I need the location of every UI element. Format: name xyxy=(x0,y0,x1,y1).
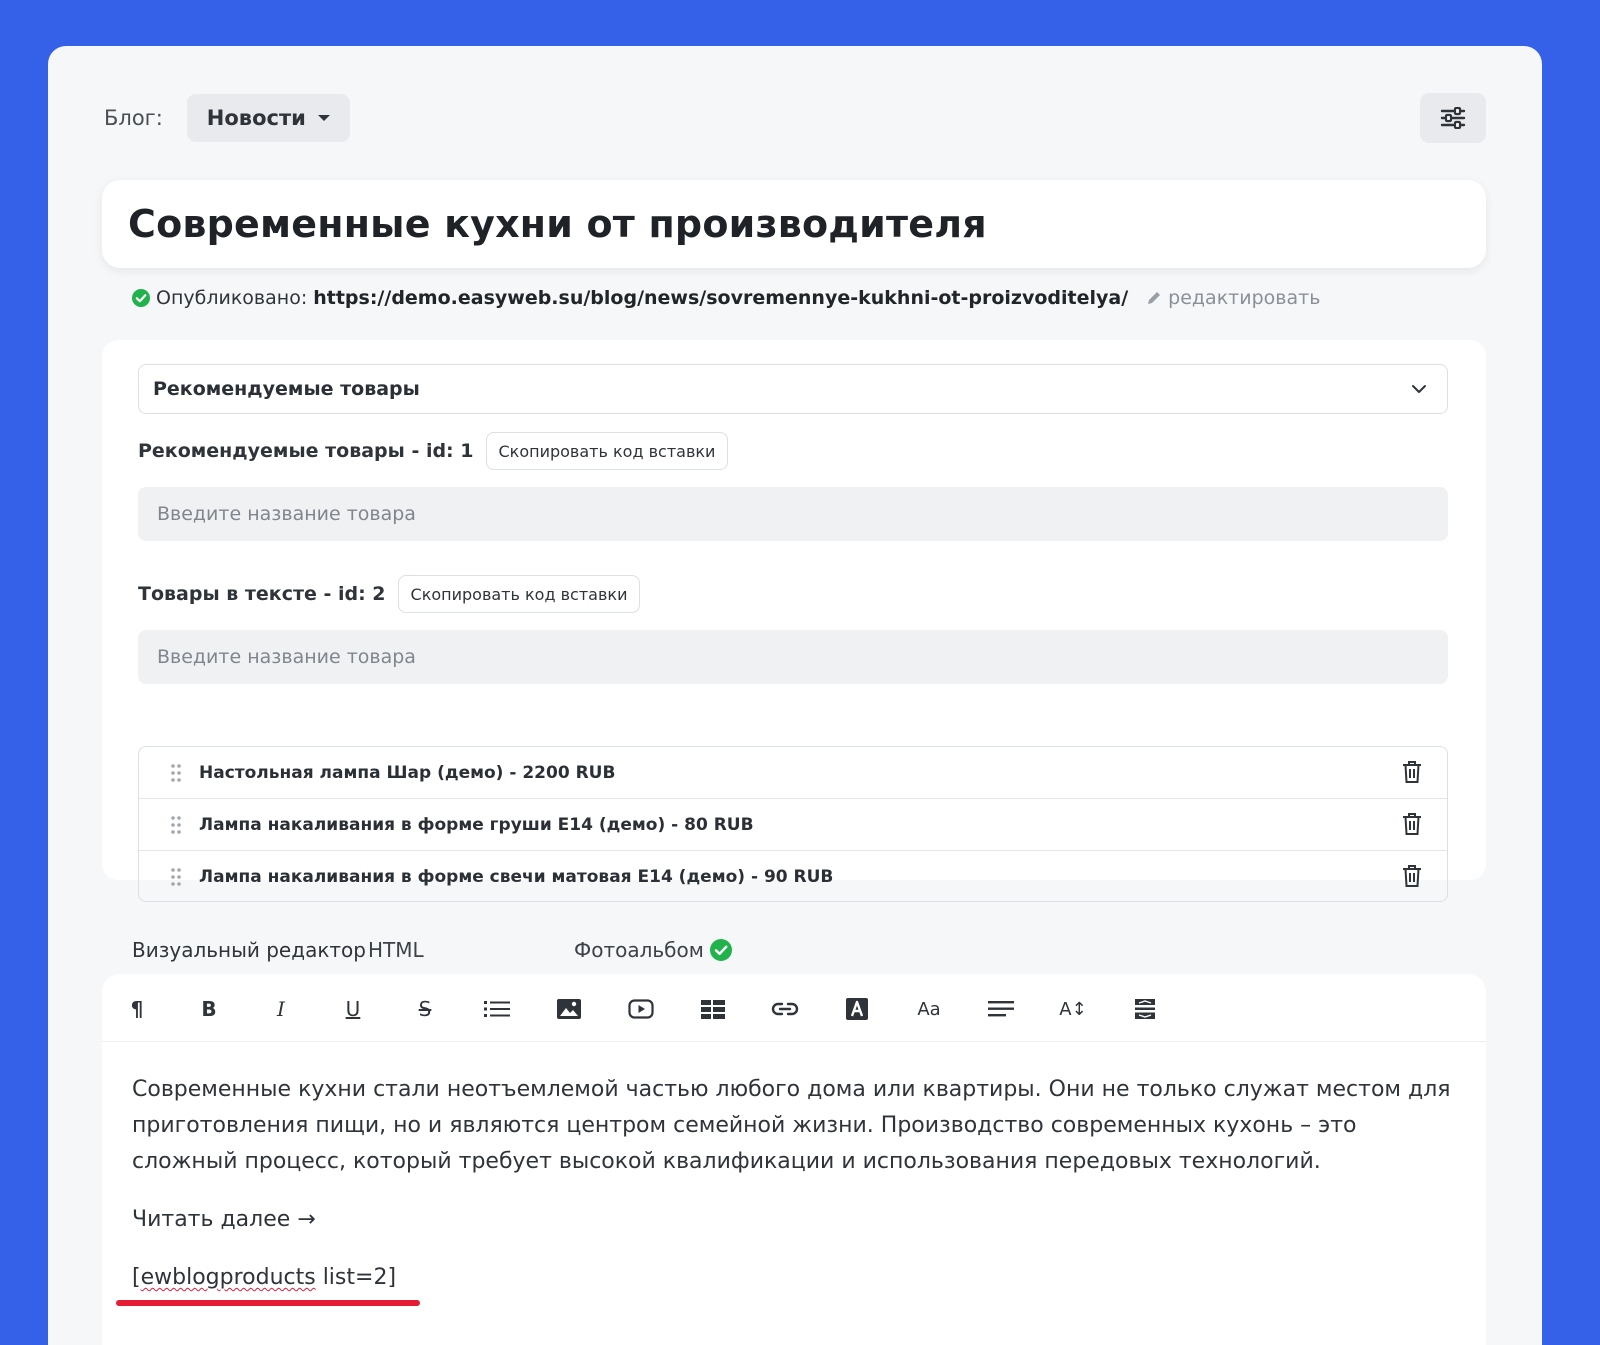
group-in-text: Товары в тексте - id: 2 Скопировать код … xyxy=(138,575,641,613)
edit-url-link[interactable]: редактировать xyxy=(1146,287,1320,309)
trash-icon[interactable] xyxy=(1401,864,1423,888)
bold-icon[interactable]: B xyxy=(194,994,224,1024)
tab-html[interactable]: HTML xyxy=(368,928,424,972)
editor-content[interactable]: Современные кухни стали неотъемлемой час… xyxy=(116,1072,1452,1306)
link-icon[interactable] xyxy=(770,994,800,1024)
editor-tabs: Визуальный редактор HTML Фотоальбом xyxy=(132,928,832,980)
line-height-icon[interactable]: A↕ xyxy=(1058,994,1088,1024)
align-icon[interactable] xyxy=(986,994,1016,1024)
list-item[interactable]: Лампа накаливания в форме груши E14 (дем… xyxy=(139,799,1447,851)
editor-toolbar: ¶ B I U S Aa A↕ xyxy=(102,974,1486,1042)
italic-icon[interactable]: I xyxy=(266,994,296,1024)
visual-editor: ¶ B I U S Aa A↕ Современные кухни стали … xyxy=(102,974,1486,1345)
published-label: Опубликовано: xyxy=(156,287,308,309)
editor-card: Блог: Новости Современные кухни от произ… xyxy=(48,46,1542,1345)
tab-photo-album[interactable]: Фотоальбом xyxy=(574,928,732,972)
text-color-icon[interactable] xyxy=(842,994,872,1024)
sliders-icon xyxy=(1440,107,1466,129)
group-in-text-label: Товары в тексте - id: 2 xyxy=(138,583,386,605)
list-item[interactable]: Лампа накаливания в форме свечи матовая … xyxy=(139,851,1447,901)
shortcode-args: list=2] xyxy=(315,1265,397,1290)
underline-icon[interactable]: U xyxy=(338,994,368,1024)
blog-dropdown-value: Новости xyxy=(206,106,306,130)
drag-handle-icon[interactable] xyxy=(167,763,185,783)
trash-icon[interactable] xyxy=(1401,760,1423,784)
settings-button[interactable] xyxy=(1420,93,1486,143)
copy-code-button-2[interactable]: Скопировать код вставки xyxy=(397,575,641,613)
products-panel: Рекомендуемые товары Рекомендуемые товар… xyxy=(102,340,1486,902)
video-icon[interactable] xyxy=(626,994,656,1024)
drag-handle-icon[interactable] xyxy=(167,815,185,835)
shortcode-open: [ xyxy=(132,1265,141,1290)
edit-label: редактировать xyxy=(1168,287,1321,309)
post-title: Современные кухни от производителя xyxy=(128,202,987,246)
product-search-input-2[interactable] xyxy=(138,630,1448,684)
strikethrough-icon[interactable]: S xyxy=(410,994,440,1024)
check-circle-icon xyxy=(132,289,150,307)
image-icon[interactable] xyxy=(554,994,584,1024)
post-title-field[interactable]: Современные кухни от производителя xyxy=(102,180,1486,268)
blog-dropdown[interactable]: Новости xyxy=(186,94,350,142)
drag-handle-icon[interactable] xyxy=(167,867,185,887)
check-circle-icon xyxy=(709,939,732,961)
product-name: Настольная лампа Шар (демо) - 2200 RUB xyxy=(199,762,616,783)
post-url-link[interactable]: https://demo.easyweb.su/blog/news/sovrem… xyxy=(313,287,1128,309)
group-recommended-label: Рекомендуемые товары - id: 1 xyxy=(138,440,474,462)
product-block-select[interactable]: Рекомендуемые товары xyxy=(138,364,1448,414)
list-item[interactable]: Настольная лампа Шар (демо) - 2200 RUB xyxy=(139,747,1447,799)
copy-code-button-1[interactable]: Скопировать код вставки xyxy=(485,432,729,470)
font-size-icon[interactable]: Aa xyxy=(914,994,944,1024)
trash-icon[interactable] xyxy=(1401,812,1423,836)
read-more-text: Читать далее → xyxy=(132,1207,316,1232)
tab-photo-album-label: Фотоальбом xyxy=(574,938,704,962)
content-paragraph: Современные кухни стали неотъемлемой час… xyxy=(132,1077,1451,1174)
table-icon[interactable] xyxy=(698,994,728,1024)
blog-label: Блог: xyxy=(104,106,163,130)
group-recommended: Рекомендуемые товары - id: 1 Скопировать… xyxy=(138,432,729,470)
chevron-down-icon xyxy=(1412,385,1426,393)
highlight-underline xyxy=(116,1300,420,1306)
pencil-icon xyxy=(1148,292,1161,304)
shortcode: [ewblogproducts list=2] xyxy=(116,1260,420,1306)
product-search-input-1[interactable] xyxy=(138,487,1448,541)
list-icon[interactable] xyxy=(482,994,512,1024)
caret-down-icon xyxy=(317,115,330,121)
product-name: Лампа накаливания в форме свечи матовая … xyxy=(199,867,834,887)
product-list: Настольная лампа Шар (демо) - 2200 RUB Л… xyxy=(138,746,1448,902)
paragraph-icon[interactable]: ¶ xyxy=(122,994,152,1024)
hr-icon[interactable] xyxy=(1130,994,1160,1024)
product-block-select-value: Рекомендуемые товары xyxy=(153,378,420,400)
publish-status: Опубликовано: https://demo.easyweb.su/bl… xyxy=(132,284,1320,312)
shortcode-name: ewblogproducts xyxy=(140,1265,316,1290)
tab-visual-editor[interactable]: Визуальный редактор xyxy=(132,928,366,972)
product-name: Лампа накаливания в форме груши E14 (дем… xyxy=(199,814,754,835)
blog-bar: Блог: Новости xyxy=(104,94,350,142)
